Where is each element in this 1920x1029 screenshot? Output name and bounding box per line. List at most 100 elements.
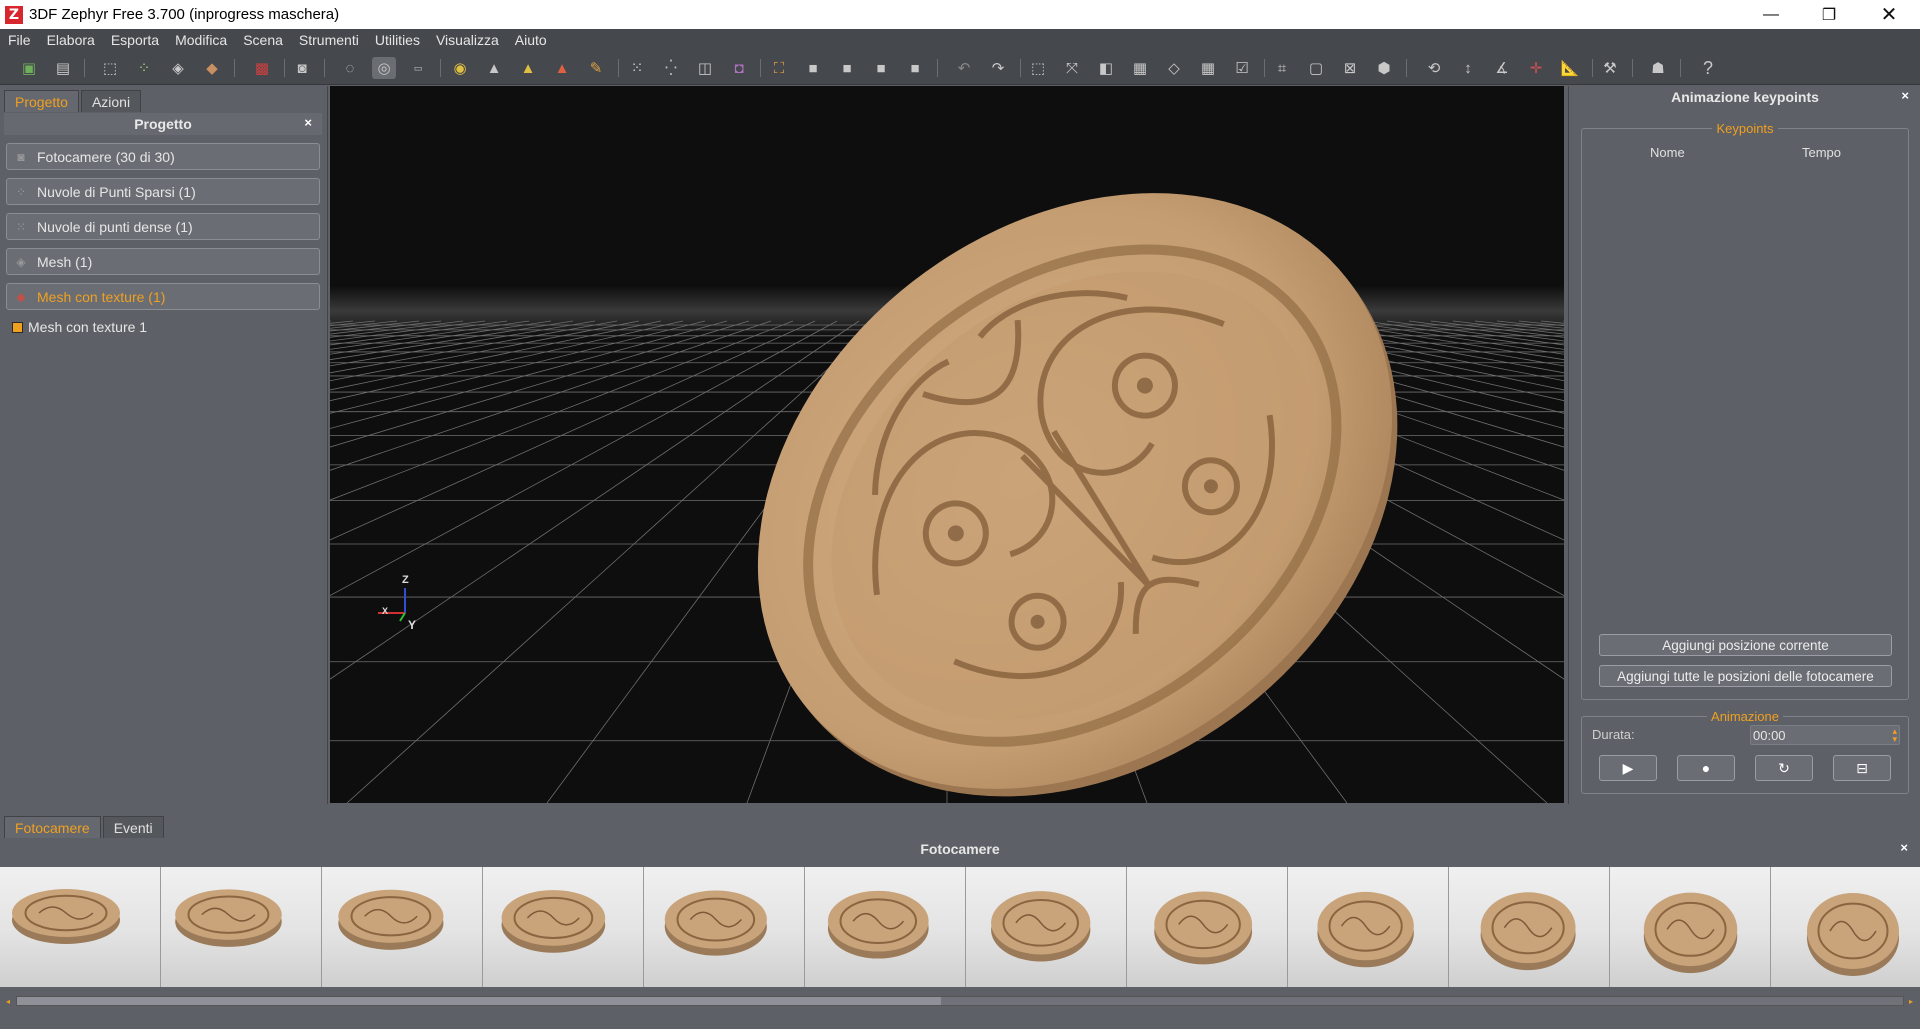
camera-thumbnail[interactable] <box>1610 867 1771 987</box>
angle-icon[interactable]: ∡ <box>1490 57 1514 79</box>
textured-mesh-model[interactable] <box>640 86 1517 803</box>
view-side-icon[interactable]: ■ <box>835 57 859 79</box>
tab-fotocamere[interactable]: Fotocamere <box>4 816 101 838</box>
add-current-position-button[interactable]: Aggiungi posizione corrente <box>1599 634 1892 656</box>
row-dense-clouds[interactable]: ⁙ Nuvole di punti dense (1) <box>6 213 320 240</box>
cube-icon[interactable]: ▩ <box>250 57 274 79</box>
camera-thumbnail[interactable] <box>966 867 1127 987</box>
undo-icon[interactable]: ↶ <box>952 57 976 79</box>
ruler-icon[interactable]: 📐 <box>1558 57 1582 79</box>
add-all-camera-positions-button[interactable]: Aggiungi tutte le posizioni delle fotoca… <box>1599 665 1892 687</box>
select-diamond-icon[interactable]: ◇ <box>1162 57 1186 79</box>
select-rect-icon[interactable]: ⬚ <box>1026 57 1050 79</box>
redo-icon[interactable]: ↷ <box>986 57 1010 79</box>
tab-azioni[interactable]: Azioni <box>80 90 142 112</box>
orbit-active-icon[interactable]: ◎ <box>372 57 396 79</box>
view-top-icon[interactable]: ■ <box>869 57 893 79</box>
tree-item-textured-mesh-1[interactable]: Mesh con texture 1 <box>12 319 147 335</box>
thumbnail-scrollbar[interactable]: ◂ ▸ <box>0 993 1920 1009</box>
tab-progetto[interactable]: Progetto <box>4 90 79 112</box>
textured-view-icon[interactable]: ◆ <box>200 57 224 79</box>
menu-modifica[interactable]: Modifica <box>167 32 235 48</box>
camera-thumbnail[interactable] <box>0 867 161 987</box>
menu-esporta[interactable]: Esporta <box>103 32 167 48</box>
scatter-icon[interactable]: ⁙ <box>625 57 649 79</box>
help-icon[interactable]: ? <box>1696 57 1720 79</box>
textured-mesh-checkbox-icon[interactable] <box>12 321 23 333</box>
menu-scena[interactable]: Scena <box>235 32 291 48</box>
camera-thumbnail[interactable] <box>1288 867 1449 987</box>
camera-thumbnail[interactable] <box>483 867 644 987</box>
camera-thumbnail[interactable] <box>161 867 322 987</box>
view-front-icon[interactable]: ■ <box>801 57 825 79</box>
play-button[interactable]: ▶ <box>1599 755 1657 781</box>
bbox-icon[interactable]: ⌗ <box>1270 57 1294 79</box>
camera-snapshot-icon[interactable]: ◙ <box>290 57 314 79</box>
delete-selection-icon[interactable]: ⊠ <box>1338 57 1362 79</box>
select-cross-icon[interactable]: ⤧ <box>1060 57 1084 79</box>
column-tempo[interactable]: Tempo <box>1802 145 1841 160</box>
measure-icon[interactable]: ↕ <box>1456 57 1480 79</box>
rgb-select-icon[interactable]: ▦ <box>1128 57 1152 79</box>
save-animation-button[interactable]: ⊟ <box>1833 755 1891 781</box>
view-iso-icon[interactable]: ■ <box>903 57 927 79</box>
rotate-gizmo-icon[interactable]: ⟲ <box>1422 57 1446 79</box>
duration-spinner-icon[interactable]: ▴ ▾ <box>1892 727 1897 744</box>
camera-thumbnail[interactable] <box>1449 867 1610 987</box>
menu-elabora[interactable]: Elabora <box>39 32 103 48</box>
animation-panel-close-icon[interactable]: × <box>1901 88 1909 103</box>
menu-utilities[interactable]: Utilities <box>367 32 428 48</box>
error-triangle-icon[interactable]: ▲ <box>550 57 574 79</box>
camera-thumbnail[interactable] <box>1771 867 1920 987</box>
scroll-thumb[interactable] <box>17 997 941 1005</box>
warning-triangle-icon[interactable]: ▲ <box>516 57 540 79</box>
row-sparse-clouds[interactable]: ⁘ Nuvole di Punti Sparsi (1) <box>6 178 320 205</box>
3d-viewport[interactable]: Z X Y <box>330 86 1564 803</box>
fit-view-icon[interactable]: ⛶ <box>767 57 791 79</box>
points-icon[interactable]: ⁘ <box>132 57 156 79</box>
scroll-left-icon[interactable]: ◂ <box>3 996 13 1006</box>
maximize-button[interactable]: ❐ <box>1800 0 1858 29</box>
tools-icon[interactable]: ⚒ <box>1598 57 1622 79</box>
light-bulb-icon[interactable]: ◉ <box>448 57 472 79</box>
wasd-icon[interactable]: ▭ <box>406 57 430 79</box>
row-textured-mesh[interactable]: ◆ Mesh con texture (1) <box>6 283 320 310</box>
box-icon[interactable]: ◫ <box>693 57 717 79</box>
cameras-panel-close-icon[interactable]: × <box>1900 840 1908 855</box>
menu-file[interactable]: File <box>0 32 39 48</box>
camera-thumbnail[interactable] <box>322 867 483 987</box>
bbox-alt-icon[interactable]: ▢ <box>1304 57 1328 79</box>
check-select-icon[interactable]: ☑ <box>1230 57 1254 79</box>
orbit-icon[interactable]: ◌ <box>338 57 362 79</box>
mask-icon[interactable]: ◧ <box>1094 57 1118 79</box>
duration-input[interactable]: 00:00 ▴ ▾ <box>1750 725 1900 745</box>
mesh-view-icon[interactable]: ◈ <box>166 57 190 79</box>
select-icon[interactable]: ⬚ <box>98 57 122 79</box>
project-panel-close-icon[interactable]: × <box>304 115 312 130</box>
column-nome[interactable]: Nome <box>1650 145 1685 160</box>
row-cameras[interactable]: ◙ Fotocamere (30 di 30) <box>6 143 320 170</box>
grid-select-icon[interactable]: ▦ <box>1196 57 1220 79</box>
tab-eventi[interactable]: Eventi <box>102 816 164 838</box>
triangle-icon[interactable]: ▲ <box>482 57 506 79</box>
scroll-right-icon[interactable]: ▸ <box>1906 996 1916 1006</box>
close-window-button[interactable]: ✕ <box>1858 0 1920 29</box>
minimize-button[interactable]: — <box>1742 0 1800 29</box>
row-mesh[interactable]: ◈ Mesh (1) <box>6 248 320 275</box>
loop-button[interactable]: ↻ <box>1755 755 1813 781</box>
record-button[interactable]: ● <box>1677 755 1735 781</box>
new-project-icon[interactable]: ▣ <box>17 57 41 79</box>
save-icon[interactable]: ▤ <box>51 57 75 79</box>
menu-visualizza[interactable]: Visualizza <box>428 32 507 48</box>
brush-icon[interactable]: ✎ <box>584 57 608 79</box>
camera-thumbnail[interactable] <box>644 867 805 987</box>
mesh-filter-icon[interactable]: ⬢ <box>1372 57 1396 79</box>
mask-face-icon[interactable]: ☗ <box>1646 57 1670 79</box>
camera-thumbnail[interactable] <box>805 867 966 987</box>
menu-strumenti[interactable]: Strumenti <box>291 32 367 48</box>
scatter-alt-icon[interactable]: ⁛ <box>659 57 683 79</box>
menu-aiuto[interactable]: Aiuto <box>507 32 555 48</box>
color-cube-icon[interactable]: ◘ <box>727 57 751 79</box>
axes-gizmo-icon[interactable]: ✛ <box>1524 57 1548 79</box>
camera-thumbnail[interactable] <box>1127 867 1288 987</box>
